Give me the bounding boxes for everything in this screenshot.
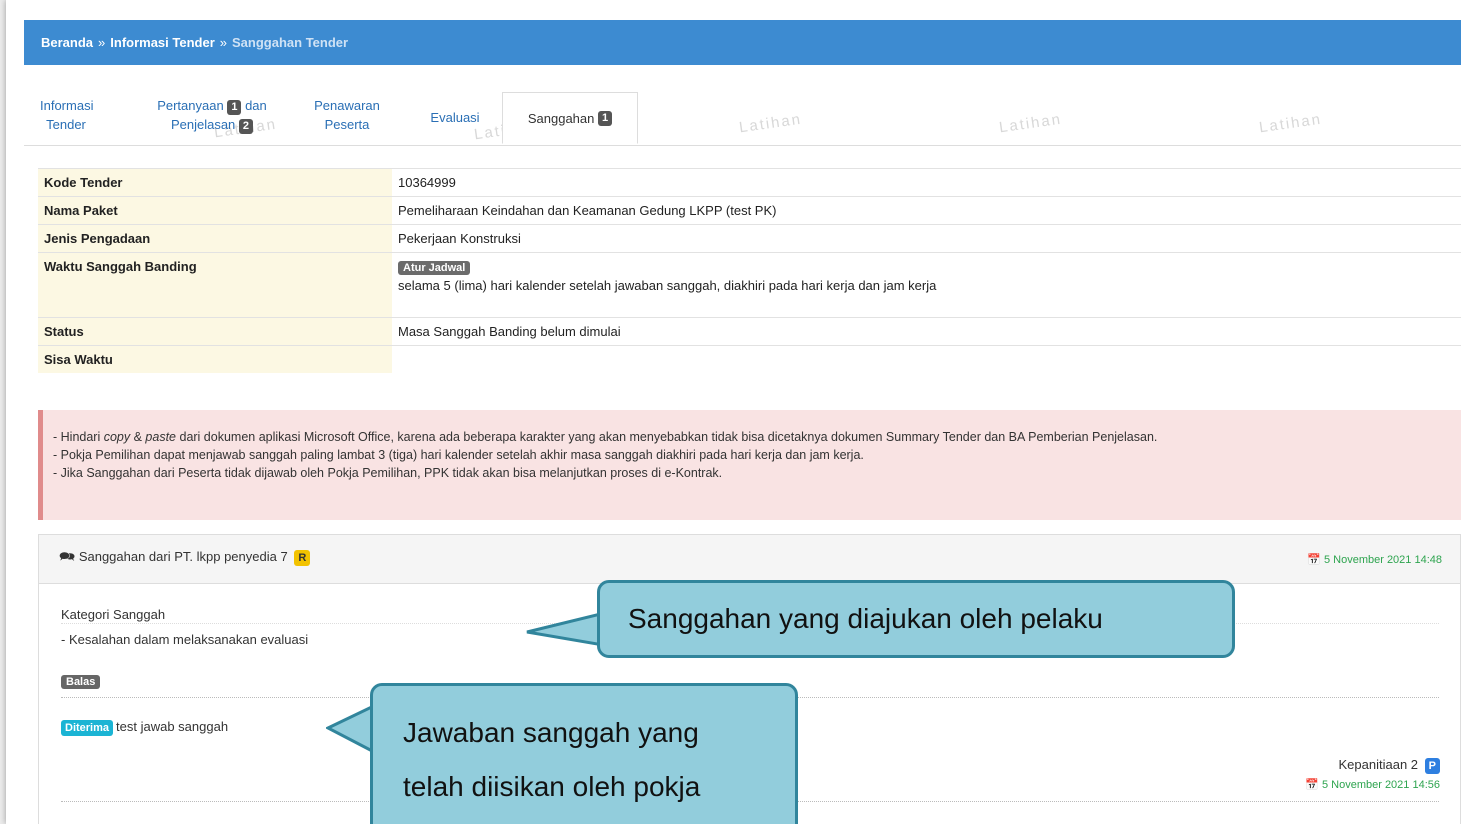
balas-button[interactable]: Balas [61,675,101,689]
watermark-text: Latihan [1258,110,1324,137]
status-value: Masa Sanggah Banding belum dimulai [392,317,1461,346]
kode-tender-label: Kode Tender [38,168,392,197]
tab-label: Penawaran [314,98,380,113]
reply-text: test jawab sanggah [116,719,229,734]
breadcrumb-separator: » [219,35,228,50]
reply-row: Diterima test jawab sanggah [61,719,228,736]
kode-tender-value: 10364999 [392,168,1461,197]
callout-line: Jawaban sanggah yang [403,717,699,748]
tab-label: Sanggahan [527,110,595,126]
tab-label: Peserta [324,117,370,132]
tab-bar: Latihan Latihan Latihan Latihan Latihan … [24,70,1461,146]
role-badge: R [294,550,311,566]
alert-text: dari dokumen aplikasi Microsoft Office, … [176,430,1158,444]
author-name: Kepanitiaan 2 [1338,757,1419,772]
warning-alert: - Hindari copy & paste dari dokumen apli… [38,410,1461,520]
tender-info-table: Kode Tender 10364999 Nama Paket Pemeliha… [38,168,1461,373]
status-badge: Diterima [61,720,114,736]
kategori-item: - Kesalahan dalam melaksanakan evaluasi [61,632,309,647]
reply-date: 5 November 2021 14:56 [1321,779,1440,791]
tab-evaluasi[interactable]: Evaluasi [422,108,488,127]
count-badge: 1 [598,110,613,126]
sisa-waktu-value [392,345,1461,373]
alert-line: - Jika Sanggahan dari Peserta tidak dija… [53,466,723,480]
author-badge: P [1424,758,1440,774]
callout-line: telah diisikan oleh pokja [403,771,701,802]
atur-jadwal-button[interactable]: Atur Jadwal [398,261,471,275]
jenis-pengadaan-label: Jenis Pengadaan [38,224,392,253]
callout-jawaban: Jawaban sanggah yang telah diisikan oleh… [370,683,798,824]
reply-author: Kepanitiaan 2 P 📅 5 November 2021 14:56 [1305,755,1440,795]
tab-label: Penjelasan [170,117,236,132]
tab-label: Tender [46,117,86,132]
breadcrumb-home[interactable]: Beranda [41,35,93,50]
count-badge: 1 [227,100,242,115]
alert-line: - Pokja Pemilihan dapat menjawab sanggah… [53,448,864,462]
tab-label: Pertanyaan [157,98,224,113]
tab-label: dan [245,98,267,113]
nama-paket-label: Nama Paket [38,196,392,225]
panel-date-text: 5 November 2021 14:48 [1323,553,1442,566]
breadcrumb: Beranda » Informasi Tender » Sanggahan T… [24,20,1461,65]
panel-title-text: Sanggahan dari PT. lkpp penyedia 7 [78,549,288,564]
alert-text: - Hindari [53,430,104,444]
breadcrumb-current: Sanggahan Tender [232,35,349,50]
alert-text: & [130,430,146,444]
watermark-text: Latihan [738,110,804,137]
tab-penawaran-peserta[interactable]: Penawaran Peserta [307,96,387,134]
browser-page: Beranda » Informasi Tender » Sanggahan T… [6,0,1461,824]
alert-text: copy [103,430,131,444]
kategori-label: Kategori Sanggah [61,607,166,622]
comments-icon: 🗪 [59,549,76,564]
panel-title: 🗪 Sanggahan dari PT. lkpp penyedia 7 R [59,548,311,570]
count-badge: 2 [238,119,254,134]
status-label: Status [38,317,392,346]
callout-sanggahan: Sanggahan yang diajukan oleh pelaku [597,580,1235,658]
nama-paket-value: Pemeliharaan Keindahan dan Keamanan Gedu… [392,196,1461,225]
sisa-waktu-label: Sisa Waktu [38,345,392,373]
watermark-text: Latihan [998,110,1064,137]
panel-header: 🗪 Sanggahan dari PT. lkpp penyedia 7 R 📅… [39,535,1460,584]
alert-text: paste [145,430,177,444]
alert-line: - Hindari copy & paste dari dokumen apli… [53,428,1451,446]
waktu-sanggah-cell: Atur Jadwal selama 5 (lima) hari kalende… [392,252,1461,318]
calendar-icon: 📅 [1307,553,1321,566]
waktu-sanggah-value: selama 5 (lima) hari kalender setelah ja… [398,278,937,293]
waktu-sanggah-label: Waktu Sanggah Banding [38,252,392,318]
panel-date: 📅 5 November 2021 14:48 [1307,553,1442,566]
jenis-pengadaan-value: Pekerjaan Konstruksi [392,224,1461,253]
tab-sanggahan[interactable]: Sanggahan 1 [502,92,638,144]
tab-label: Informasi [40,98,94,113]
breadcrumb-info-tender[interactable]: Informasi Tender [110,35,215,50]
tab-pertanyaan-penjelasan[interactable]: Pertanyaan 1 dan Penjelasan 2 [137,96,287,134]
calendar-icon: 📅 [1305,779,1319,791]
tab-label: Evaluasi [430,110,480,125]
tab-informasi-tender[interactable]: Informasi Tender [40,96,94,134]
breadcrumb-separator: » [98,35,106,50]
